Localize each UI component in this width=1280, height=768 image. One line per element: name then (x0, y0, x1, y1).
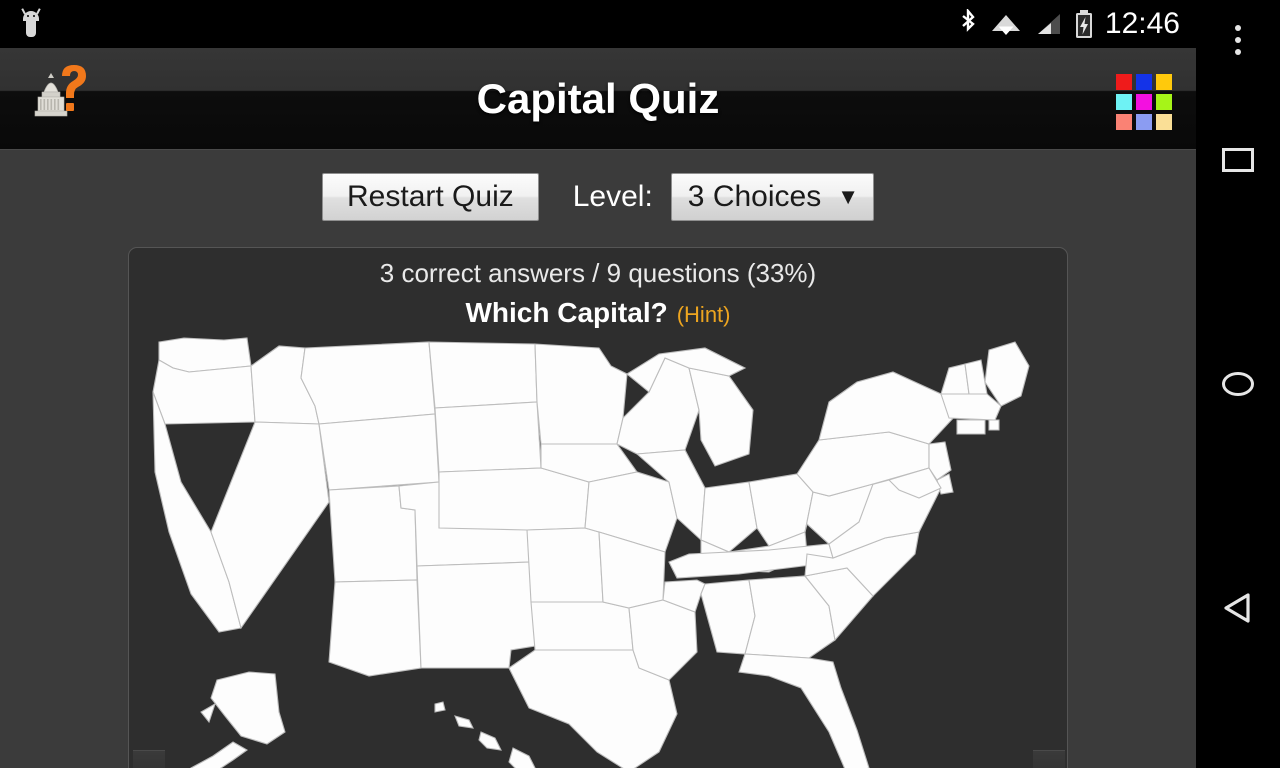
grid-cell-3 (1156, 74, 1172, 90)
restart-quiz-button[interactable]: Restart Quiz (322, 173, 539, 221)
grid-cell-2 (1136, 74, 1152, 90)
bluetooth-icon (962, 9, 975, 32)
chevron-down-icon: ▼ (837, 184, 859, 209)
score-text: 3 correct answers / 9 questions (33%) (379, 258, 817, 288)
grid-cell-6 (1156, 94, 1172, 110)
question-row: Which Capital? (Hint) (129, 297, 1067, 329)
state-alabama (700, 579, 756, 655)
united-states-map[interactable] (129, 332, 1067, 768)
back-triangle-shape (1224, 593, 1250, 623)
color-grid-menu-icon[interactable] (1116, 74, 1172, 130)
answer-button-2[interactable] (1033, 750, 1065, 768)
overflow-menu-icon[interactable] (1196, 12, 1280, 68)
state-north-dakota (428, 341, 538, 409)
state-maine (984, 341, 1030, 407)
state-nebraska (438, 467, 590, 531)
state-kansas (526, 527, 604, 603)
answer-buttons-row (129, 746, 1067, 768)
overflow-dot-2 (1235, 37, 1241, 43)
level-select-value: 3 Choices (687, 180, 822, 213)
recents-square-icon[interactable] (1196, 132, 1280, 188)
state-south-dakota (434, 401, 542, 473)
state-new-hampshire (964, 359, 988, 395)
android-robot-icon (18, 8, 44, 39)
status-bar: 12:46 (0, 0, 1196, 48)
grid-cell-9 (1156, 114, 1172, 130)
grid-cell-7 (1116, 114, 1132, 130)
state-michigan-lp (688, 367, 754, 467)
state-indiana (700, 481, 758, 553)
grid-cell-8 (1136, 114, 1152, 130)
overflow-dot-3 (1235, 49, 1241, 55)
home-circle-icon[interactable] (1196, 356, 1280, 412)
cellular-signal-icon (1037, 14, 1060, 34)
wifi-icon (991, 15, 1020, 35)
screen-root: 12:46 Capital Quiz Restart Quiz Level: 3… (0, 0, 1280, 768)
android-nav-bar (1196, 0, 1280, 768)
grid-cell-4 (1116, 94, 1132, 110)
phone-screen: 12:46 Capital Quiz Restart Quiz Level: 3… (0, 0, 1196, 768)
state-oklahoma (530, 601, 634, 651)
grid-cell-5 (1136, 94, 1152, 110)
level-label: Level: (572, 180, 653, 213)
hint-link[interactable]: (Hint) (677, 302, 731, 328)
answer-button-1[interactable] (133, 750, 165, 768)
state-wyoming (318, 413, 440, 491)
action-bar: Capital Quiz (0, 48, 1196, 150)
page-title: Capital Quiz (476, 75, 720, 122)
state-minnesota (534, 343, 628, 445)
question-text: Which Capital? (465, 297, 668, 328)
state-louisiana (628, 599, 698, 681)
home-circle-shape (1222, 372, 1254, 396)
status-icons: 12:46 (957, 7, 1180, 41)
back-triangle-icon[interactable] (1196, 580, 1280, 636)
state-rhode-island (988, 419, 1000, 431)
status-clock: 12:46 (1104, 7, 1180, 40)
quiz-panel: 3 correct answers / 9 questions (33%) Wh… (128, 247, 1068, 768)
state-montana (300, 341, 436, 425)
state-vermont (940, 363, 970, 395)
grid-cell-1 (1116, 74, 1132, 90)
state-new-mexico (416, 561, 536, 669)
controls-row: Restart Quiz Level: 3 Choices ▼ (0, 151, 1196, 243)
state-arizona (328, 579, 422, 677)
us-map-svg (152, 337, 1030, 768)
recents-square-shape (1222, 148, 1254, 172)
state-connecticut (956, 419, 986, 435)
level-select[interactable]: 3 Choices ▼ (670, 173, 874, 221)
state-massachusetts (940, 393, 1002, 421)
overflow-dot-1 (1235, 25, 1241, 31)
battery-charging-icon (1075, 10, 1092, 38)
